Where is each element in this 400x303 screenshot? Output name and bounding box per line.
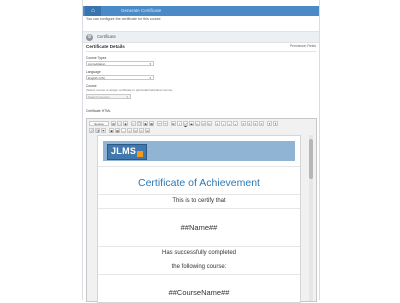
rtl-button[interactable]: ¶ xyxy=(273,121,278,126)
panel-title: Certificate xyxy=(97,34,116,39)
iframe-icon[interactable]: ⊞ xyxy=(145,128,150,133)
language-value: English (US) xyxy=(88,76,105,80)
preview-icon[interactable]: ◉ xyxy=(123,121,128,126)
course-types-value: Accreditation xyxy=(88,62,106,66)
strike-button[interactable]: S xyxy=(189,121,194,126)
ltr-button[interactable]: ¶ xyxy=(267,121,272,126)
outdent-button[interactable]: « xyxy=(227,121,232,126)
chevron-down-icon: ▾ xyxy=(149,62,151,66)
anchor-icon[interactable]: ⚑ xyxy=(101,128,106,133)
italic-button[interactable]: I xyxy=(177,121,182,126)
certificate-html-editor[interactable]: Source ▤ ▢ ◉ ✂ ❐ ▣ ▦ ↶ ↷ B I U S x₂ x² I… xyxy=(86,118,317,303)
source-button[interactable]: Source xyxy=(89,121,109,126)
divider xyxy=(98,208,300,209)
section-title: Certificate Details xyxy=(86,44,125,49)
undo-icon[interactable]: ↶ xyxy=(157,121,162,126)
language-select[interactable]: English (US) ▾ xyxy=(86,75,154,80)
divider xyxy=(98,274,300,275)
justify-button[interactable]: ≡ xyxy=(259,121,264,126)
name-placeholder: ##Name## xyxy=(180,223,218,232)
numbered-list-button[interactable]: 1. xyxy=(215,121,220,126)
breadcrumb: ⌂ Generate Certificate xyxy=(83,6,319,16)
link-icon[interactable]: 🔗 xyxy=(89,128,94,133)
editor-scrollbar[interactable] xyxy=(309,135,313,301)
course-name-placeholder: ##CourseName## xyxy=(168,288,230,297)
indent-button[interactable]: » xyxy=(233,121,238,126)
bold-button[interactable]: B xyxy=(171,121,176,126)
bullet-list-button[interactable]: • xyxy=(221,121,226,126)
paste-icon[interactable]: ▣ xyxy=(143,121,148,126)
divider xyxy=(86,51,316,52)
chevron-down-icon: ▾ xyxy=(149,76,151,80)
language-label: Language xyxy=(86,70,101,74)
cut-icon[interactable]: ✂ xyxy=(131,121,136,126)
remove-format-button[interactable]: Ix xyxy=(207,121,212,126)
certificate-title: Certificate of Achievement xyxy=(138,177,260,189)
breadcrumb-current: Generate Certificate xyxy=(121,8,162,13)
redo-icon[interactable]: ↷ xyxy=(163,121,168,126)
save-icon[interactable]: ▤ xyxy=(111,121,116,126)
divider xyxy=(98,166,300,167)
new-page-icon[interactable]: ▢ xyxy=(117,121,122,126)
superscript-button[interactable]: x² xyxy=(201,121,206,126)
scrollbar-thumb[interactable] xyxy=(309,139,313,179)
course-types-select[interactable]: Accreditation ▾ xyxy=(86,61,154,66)
editor-content[interactable]: JLMS Certificate of Achievement This is … xyxy=(97,135,301,303)
permission-fields-link[interactable]: Permission Fields xyxy=(290,44,316,48)
jlms-logo: JLMS xyxy=(107,144,147,160)
editor-toolbar-row2: 🔗 ⛓ ⚑ ▣ ▦ — ☺ Ω ⎙ ⊞ xyxy=(89,128,314,134)
table-icon[interactable]: ▦ xyxy=(115,128,120,133)
page-container: ⌂ Generate Certificate You can configure… xyxy=(82,0,320,303)
page-break-icon[interactable]: ⎙ xyxy=(139,128,144,133)
align-right-button[interactable]: ≡ xyxy=(253,121,258,126)
divider xyxy=(98,194,300,195)
certificate-html-label: Certificate HTML xyxy=(86,109,111,113)
subscript-button[interactable]: x₂ xyxy=(195,121,200,126)
following-course-line: the following course: xyxy=(171,264,227,270)
course-placeholder: Search Courses xyxy=(88,95,110,99)
completed-line: Has successfully completed xyxy=(161,250,237,256)
underline-button[interactable]: U xyxy=(183,121,188,126)
image-icon[interactable]: ▣ xyxy=(109,128,114,133)
smiley-icon[interactable]: ☺ xyxy=(127,128,132,133)
home-icon[interactable]: ⌂ xyxy=(85,6,101,16)
align-left-button[interactable]: ≡ xyxy=(241,121,246,126)
editor-toolbar-row1: Source ▤ ▢ ◉ ✂ ❐ ▣ ▦ ↶ ↷ B I U S x₂ x² I… xyxy=(89,121,314,127)
logo-banner: JLMS xyxy=(103,141,295,161)
align-center-button[interactable]: ≡ xyxy=(247,121,252,126)
copy-icon[interactable]: ❐ xyxy=(137,121,142,126)
certify-line: This is to certify that xyxy=(172,198,226,204)
info-notice: You can configure the certificate for th… xyxy=(86,17,161,21)
unlink-icon[interactable]: ⛓ xyxy=(95,128,100,133)
paste-text-icon[interactable]: ▦ xyxy=(149,121,154,126)
special-char-icon[interactable]: Ω xyxy=(133,128,138,133)
chevron-down-icon: ▾ xyxy=(126,95,128,99)
course-help-text: (Select course to assign certificate to … xyxy=(86,88,173,92)
divider xyxy=(98,246,300,247)
logo-accent xyxy=(137,151,143,157)
horizontal-rule-icon[interactable]: — xyxy=(121,128,126,133)
panel-header: ⚙ Certificate xyxy=(83,31,319,43)
course-search-input[interactable]: Search Courses ▾ xyxy=(86,94,131,99)
course-types-label: Course Types xyxy=(86,56,107,60)
gear-icon: ⚙ xyxy=(86,33,93,41)
